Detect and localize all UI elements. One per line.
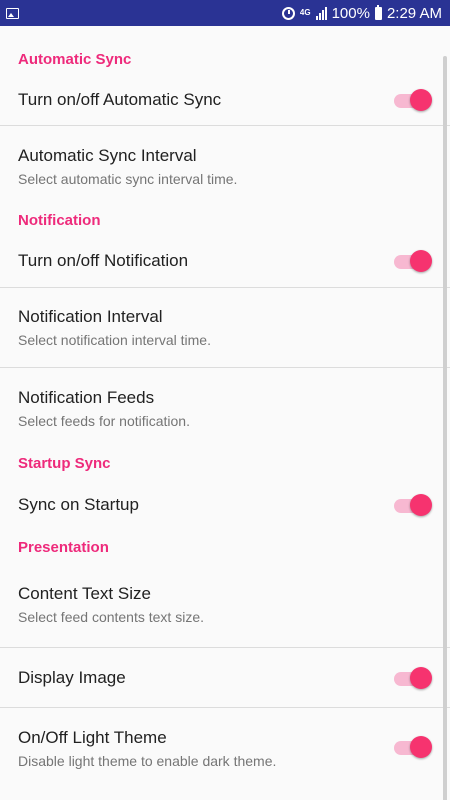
signal-icon	[315, 6, 327, 20]
clock: 2:29 AM	[386, 4, 442, 22]
settings-list[interactable]: Automatic Sync Turn on/off Automatic Syn…	[0, 26, 450, 800]
section-header-presentation: Presentation	[18, 539, 109, 556]
pref-title: Display Image	[18, 667, 126, 687]
battery-percent: 100%	[331, 4, 370, 22]
pref-summary: Select feed contents text size.	[18, 609, 204, 625]
alarm-icon	[281, 6, 295, 20]
display-image-switch[interactable]	[394, 666, 432, 689]
pref-title: Notification Interval	[18, 307, 163, 326]
pref-title: Content Text Size	[18, 584, 151, 603]
sync-on-startup-switch[interactable]	[394, 494, 432, 516]
pref-summary: Disable light theme to enable dark theme…	[18, 753, 277, 769]
scrollbar[interactable]	[443, 56, 447, 800]
pref-sync-on-startup[interactable]: Sync on Startup	[0, 478, 450, 532]
pref-title: Automatic Sync Interval	[18, 145, 197, 165]
image-notification-icon	[6, 7, 19, 19]
light-theme-switch[interactable]	[394, 736, 432, 758]
section-header-automatic-sync: Automatic Sync	[18, 51, 132, 68]
pref-summary: Select feeds for notification.	[18, 412, 190, 429]
pref-summary: Select automatic sync interval time.	[18, 170, 238, 187]
pref-automatic-sync-toggle[interactable]: Turn on/off Automatic Sync	[0, 74, 450, 126]
section-header-startup-sync: Startup Sync	[18, 455, 111, 472]
network-type-label: 4G	[299, 8, 311, 17]
pref-automatic-sync-interval[interactable]: Automatic Sync Interval Select automatic…	[0, 126, 450, 206]
pref-display-image[interactable]: Display Image	[0, 648, 450, 708]
pref-title: Notification Feeds	[18, 387, 155, 407]
pref-notification-feeds[interactable]: Notification Feeds Select feeds for noti…	[0, 368, 450, 448]
pref-title: Turn on/off Automatic Sync	[18, 89, 222, 109]
pref-summary: Select notification interval time.	[18, 332, 211, 348]
battery-icon	[374, 4, 382, 20]
automatic-sync-switch[interactable]	[394, 88, 432, 111]
section-header-notification: Notification	[18, 212, 101, 229]
pref-title: Turn on/off Notification	[18, 251, 189, 270]
pref-content-text-size[interactable]: Content Text Size Select feed contents t…	[0, 562, 450, 648]
pref-notification-interval[interactable]: Notification Interval Select notificatio…	[0, 288, 450, 368]
status-bar: 4G 100% 2:29 AM	[0, 0, 450, 26]
pref-notification-toggle[interactable]: Turn on/off Notification	[0, 235, 450, 288]
notification-switch[interactable]	[394, 250, 432, 272]
pref-title: On/Off Light Theme	[18, 728, 167, 747]
pref-title: Sync on Startup	[18, 495, 139, 514]
pref-light-theme[interactable]: On/Off Light Theme Disable light theme t…	[0, 708, 450, 788]
